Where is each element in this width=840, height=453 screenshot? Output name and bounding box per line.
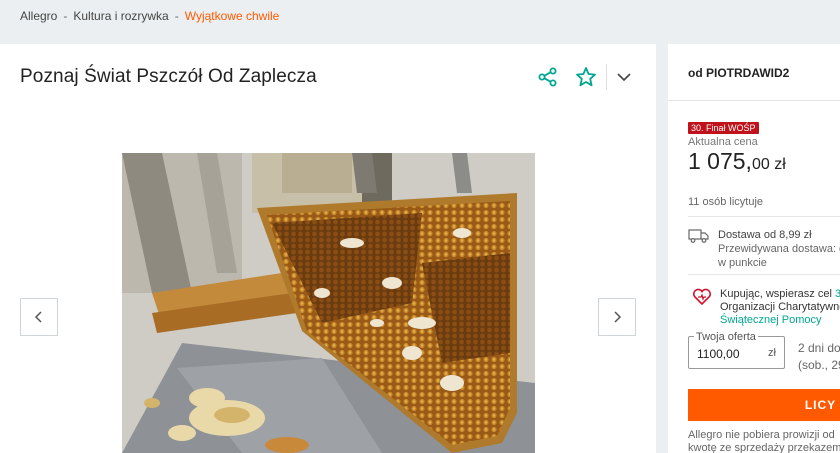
divider	[688, 274, 840, 275]
breadcrumb: Allegro - Kultura i rozrywka - Wyjątkowe…	[20, 9, 279, 23]
commission-note: Allegro nie pobiera prowizji od kwotę ze…	[688, 429, 840, 453]
breadcrumb-item-current[interactable]: Wyjątkowe chwile	[185, 9, 280, 23]
delivery-info[interactable]: Dostawa od 8,99 zł Przewidywana dostawa:…	[718, 228, 840, 270]
bidders-count: 11 osób licytuje	[688, 196, 764, 208]
delivery-price: Dostawa od 8,99 zł	[718, 229, 812, 241]
price-main: 1 075,	[688, 148, 752, 174]
commission-note-line2: kwotę ze sprzedaży przekazem	[688, 442, 840, 453]
current-price: 1 075,00 zł	[688, 148, 786, 175]
end-date: (sob., 29	[798, 358, 840, 372]
gallery-next-button[interactable]	[598, 298, 636, 336]
divider	[668, 100, 840, 101]
price-cents: 00 zł	[751, 156, 786, 173]
breadcrumb-separator: -	[63, 9, 68, 23]
purchase-panel: od PIOTRDAWID2 30. Finał WOŚP Aktualna c…	[668, 44, 840, 453]
seller-name[interactable]: od PIOTRDAWID2	[688, 66, 789, 80]
breadcrumb-item-culture[interactable]: Kultura i rozrywka	[73, 9, 168, 23]
charity-link-number[interactable]: 30	[835, 288, 840, 300]
heart-icon	[692, 288, 712, 311]
chevron-right-icon	[614, 311, 622, 323]
charity-text: Kupując, wspierasz cel	[720, 288, 835, 300]
star-icon	[576, 67, 596, 87]
share-icon	[538, 67, 557, 87]
breadcrumb-item-allegro[interactable]: Allegro	[20, 9, 57, 23]
charity-org: Organizacji Charytatywne	[720, 301, 840, 313]
end-days: 2 dni do	[798, 341, 840, 355]
delivery-estimate: Przewidywana dostawa: c	[718, 243, 840, 255]
charity-info: Kupując, wspierasz cel 30 Organizacji Ch…	[720, 288, 840, 327]
photo-drawing	[122, 153, 535, 453]
offer-label: Twoja oferta	[694, 331, 758, 343]
bid-button[interactable]: LICY	[688, 389, 840, 421]
divider	[606, 64, 607, 90]
auction-end-time: 2 dni do (sob., 29	[798, 340, 840, 374]
commission-note-line1: Allegro nie pobiera prowizji od	[688, 429, 835, 441]
truck-icon	[688, 228, 710, 249]
price-label: Aktualna cena	[688, 136, 758, 148]
page-title: Poznaj Świat Pszczół Od Zaplecza	[20, 66, 317, 87]
charity-link[interactable]: Świątecznej Pomocy	[720, 314, 840, 327]
charity-badge: 30. Finał WOŚP	[688, 122, 759, 134]
chevron-down-icon	[617, 73, 631, 82]
honeycomb-frame-photo[interactable]	[122, 153, 535, 453]
delivery-pickup: w punkcie	[718, 257, 767, 269]
breadcrumb-separator: -	[174, 9, 179, 23]
more-options-button[interactable]	[611, 64, 637, 90]
chevron-left-icon	[34, 311, 42, 323]
divider	[688, 216, 840, 217]
watch-button[interactable]	[573, 64, 599, 90]
gallery-prev-button[interactable]	[20, 298, 58, 336]
share-button[interactable]	[535, 64, 561, 90]
offer-currency: zł	[768, 347, 776, 359]
offer-input[interactable]	[697, 347, 767, 361]
